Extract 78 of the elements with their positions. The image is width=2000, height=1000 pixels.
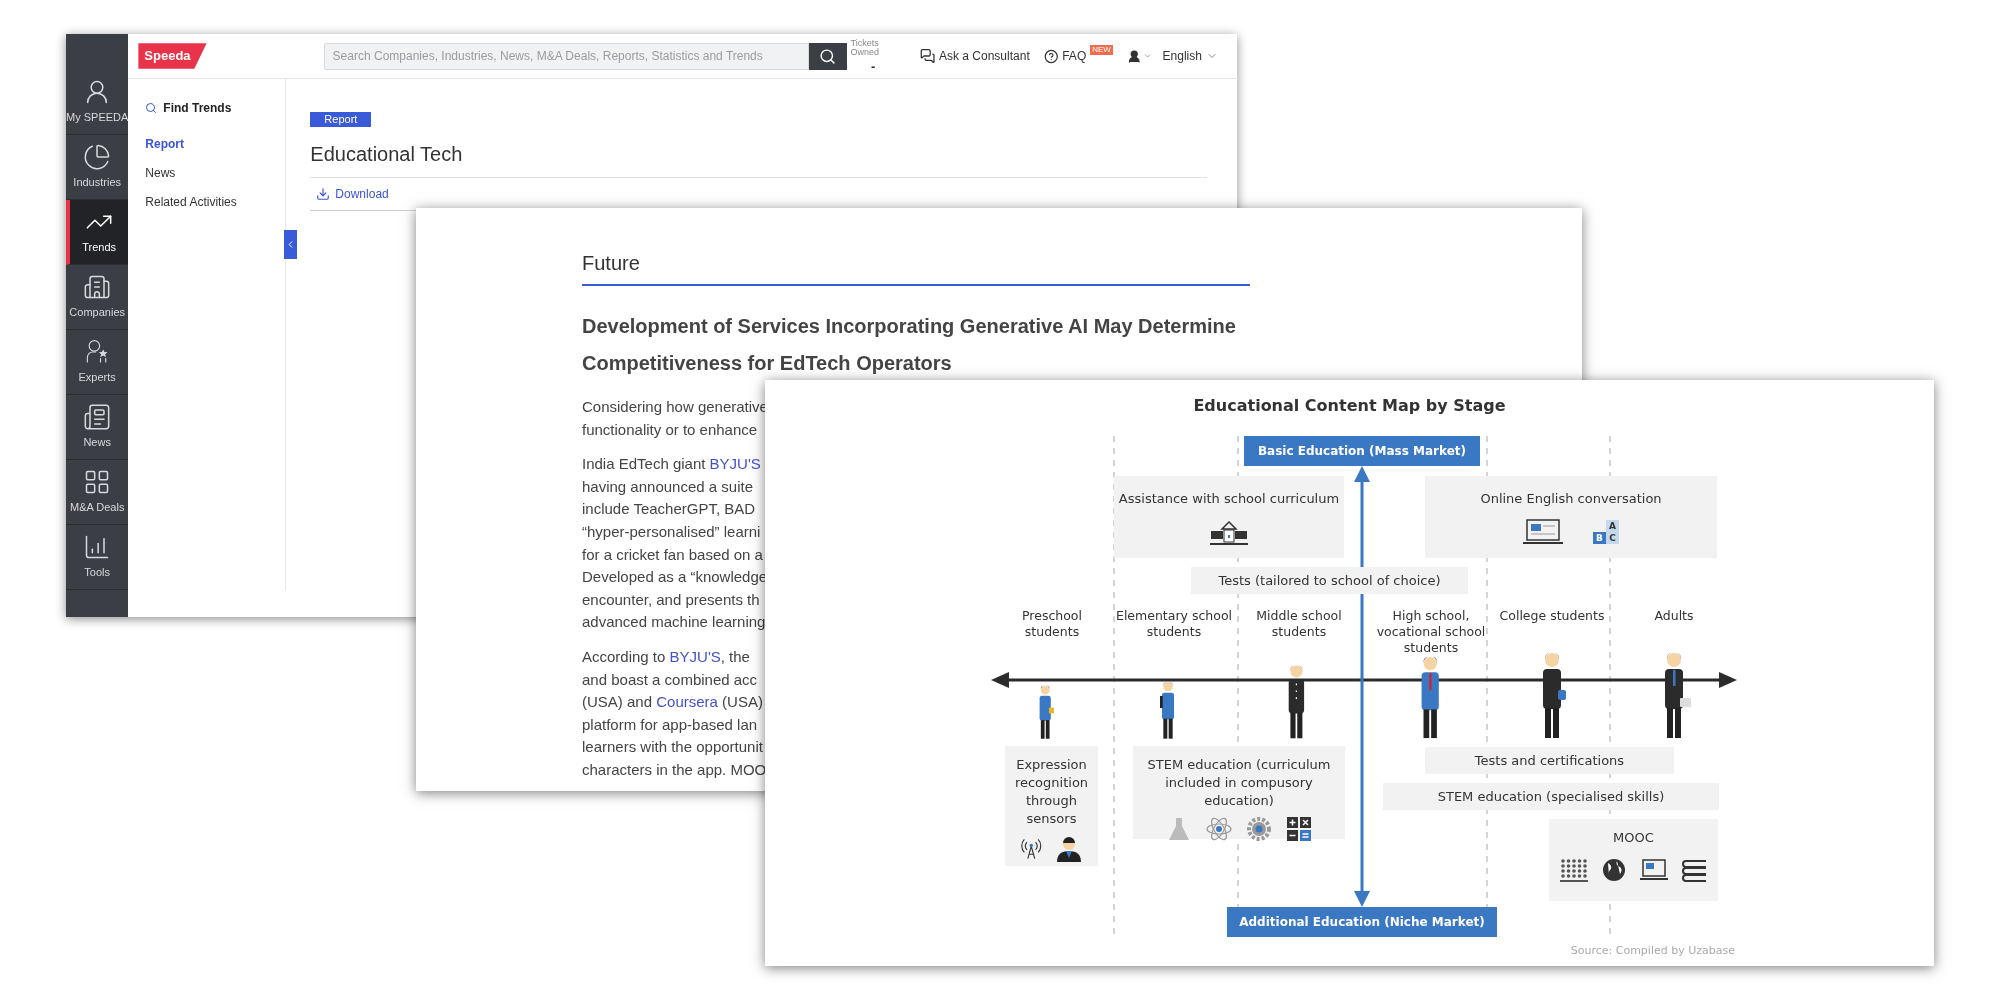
body-text-line: According to BYJU'S, the bbox=[582, 646, 750, 667]
stage-label: Preschool students bbox=[1021, 608, 1083, 640]
sidebar-item[interactable]: Report bbox=[145, 129, 286, 158]
body-text-line: having announced a suite bbox=[582, 476, 753, 497]
laptop-icon bbox=[1638, 857, 1669, 883]
new-badge: NEW bbox=[1090, 45, 1113, 55]
stage-label: Elementary school students bbox=[1115, 608, 1233, 640]
content-box: STEM education (specialised skills) bbox=[1383, 783, 1719, 810]
body-text-line: include TeacherGPT, BAD bbox=[582, 499, 756, 520]
search-icon bbox=[819, 47, 837, 65]
company-link[interactable]: BYJU'S bbox=[669, 647, 721, 665]
company-link[interactable]: Coursera bbox=[656, 693, 718, 711]
math-symbols-icon bbox=[1284, 816, 1314, 842]
body-text-line: encounter, and presents th bbox=[582, 589, 760, 610]
section-title: Future bbox=[582, 251, 641, 276]
collapse-button[interactable] bbox=[284, 230, 298, 259]
logo[interactable]: Speeda bbox=[138, 43, 207, 69]
nav-rail-item[interactable]: Tools bbox=[66, 525, 129, 590]
sidebar-item[interactable]: News bbox=[145, 158, 286, 187]
diagram-title: Educational Content Map by Stage bbox=[1192, 395, 1507, 417]
search-icon bbox=[145, 102, 158, 114]
content-label: Assistance with school curriculum bbox=[1118, 490, 1340, 508]
search-field[interactable]: Search Companies, Industries, News, M&A Deals, Reports, Statistics and Trends bbox=[323, 42, 809, 70]
nav-rail-item[interactable]: Companies bbox=[66, 265, 129, 330]
laptop-icon bbox=[1523, 518, 1563, 546]
article-heading: Competitiveness for EdTech Operators bbox=[582, 351, 953, 376]
article-heading: Development of Services Incorporating Generative AI May Determine bbox=[582, 314, 1237, 339]
body-text-line: Developed as a “knowledge bbox=[582, 567, 768, 588]
pie-chart-icon bbox=[83, 143, 112, 172]
source-note: Source: Compiled by Uzabase bbox=[1570, 943, 1735, 959]
consultant-link[interactable]: Ask a Consultant bbox=[939, 47, 1030, 65]
body-text-line: functionality or to enhance bbox=[582, 419, 758, 440]
content-label: STEM education (curriculum included in compusory education) bbox=[1146, 756, 1332, 810]
body-text-line: (USA) and Coursera (USA) bbox=[582, 692, 763, 713]
stage-label: High school, vocational school students bbox=[1375, 608, 1487, 656]
download-link[interactable]: Download bbox=[335, 185, 389, 203]
tickets-label: Tickets Owned bbox=[850, 39, 881, 57]
nav-rail-item[interactable]: My SPEEDA bbox=[66, 70, 129, 135]
content-box: Tests and certifications bbox=[1425, 747, 1674, 774]
body-text-line: platform for app-based lan bbox=[582, 714, 758, 735]
sidebar-item[interactable]: Related Activities bbox=[145, 187, 286, 216]
body-text-line: learners with the opportunit bbox=[582, 737, 763, 758]
download-icon bbox=[316, 187, 331, 201]
newspaper-icon bbox=[83, 403, 112, 432]
nav-rail-item[interactable]: M&A Deals bbox=[66, 460, 129, 525]
report-badge: Report bbox=[310, 112, 372, 127]
content-label: Expression recognition through sensors bbox=[1013, 756, 1090, 828]
chat-icon bbox=[919, 46, 935, 66]
content-label: Online English conversation bbox=[1480, 490, 1662, 508]
school-building-icon bbox=[1209, 520, 1249, 548]
content-label: MOOC bbox=[1613, 829, 1654, 847]
body-text-line: advanced machine learning bbox=[582, 612, 766, 633]
nav-rail-item[interactable]: News bbox=[66, 395, 129, 460]
language-select[interactable]: English bbox=[1162, 47, 1218, 65]
body-text-line: Considering how generative bbox=[582, 397, 768, 417]
page-title: Educational Tech bbox=[310, 139, 1207, 178]
content-box: Tests (tailored to school of choice) bbox=[1191, 567, 1468, 594]
stage-label: Adults bbox=[1653, 608, 1695, 624]
search-button[interactable] bbox=[808, 42, 847, 70]
sidebar-title: Find Trends bbox=[163, 100, 232, 117]
body-text-line: India EdTech giant BYJU'S bbox=[582, 454, 761, 475]
letter-block: B bbox=[1593, 532, 1606, 544]
faq-link[interactable]: FAQ bbox=[1062, 47, 1087, 65]
nav-rail-item[interactable]: Trends bbox=[66, 200, 129, 265]
stage-label: College students bbox=[1498, 608, 1606, 624]
body-text-line: and boast a combined acc bbox=[582, 669, 758, 690]
letter-block: A bbox=[1606, 520, 1619, 532]
abacus-icon bbox=[1558, 857, 1589, 883]
gear-icon bbox=[1244, 816, 1274, 842]
stage-label: Middle school students bbox=[1255, 608, 1343, 640]
body-text-line: characters in the app. MOO bbox=[582, 759, 767, 780]
atom-icon bbox=[1204, 816, 1234, 842]
nav-rail-item[interactable]: Experts bbox=[66, 330, 129, 395]
body-text-line: “hyper-personalised” learni bbox=[582, 521, 761, 542]
tickets-count: - bbox=[871, 60, 876, 73]
body-text-line: for a cricket fan based on a bbox=[582, 544, 763, 565]
company-link[interactable]: BYJU'S bbox=[709, 455, 761, 473]
letter-block: C bbox=[1606, 532, 1619, 544]
